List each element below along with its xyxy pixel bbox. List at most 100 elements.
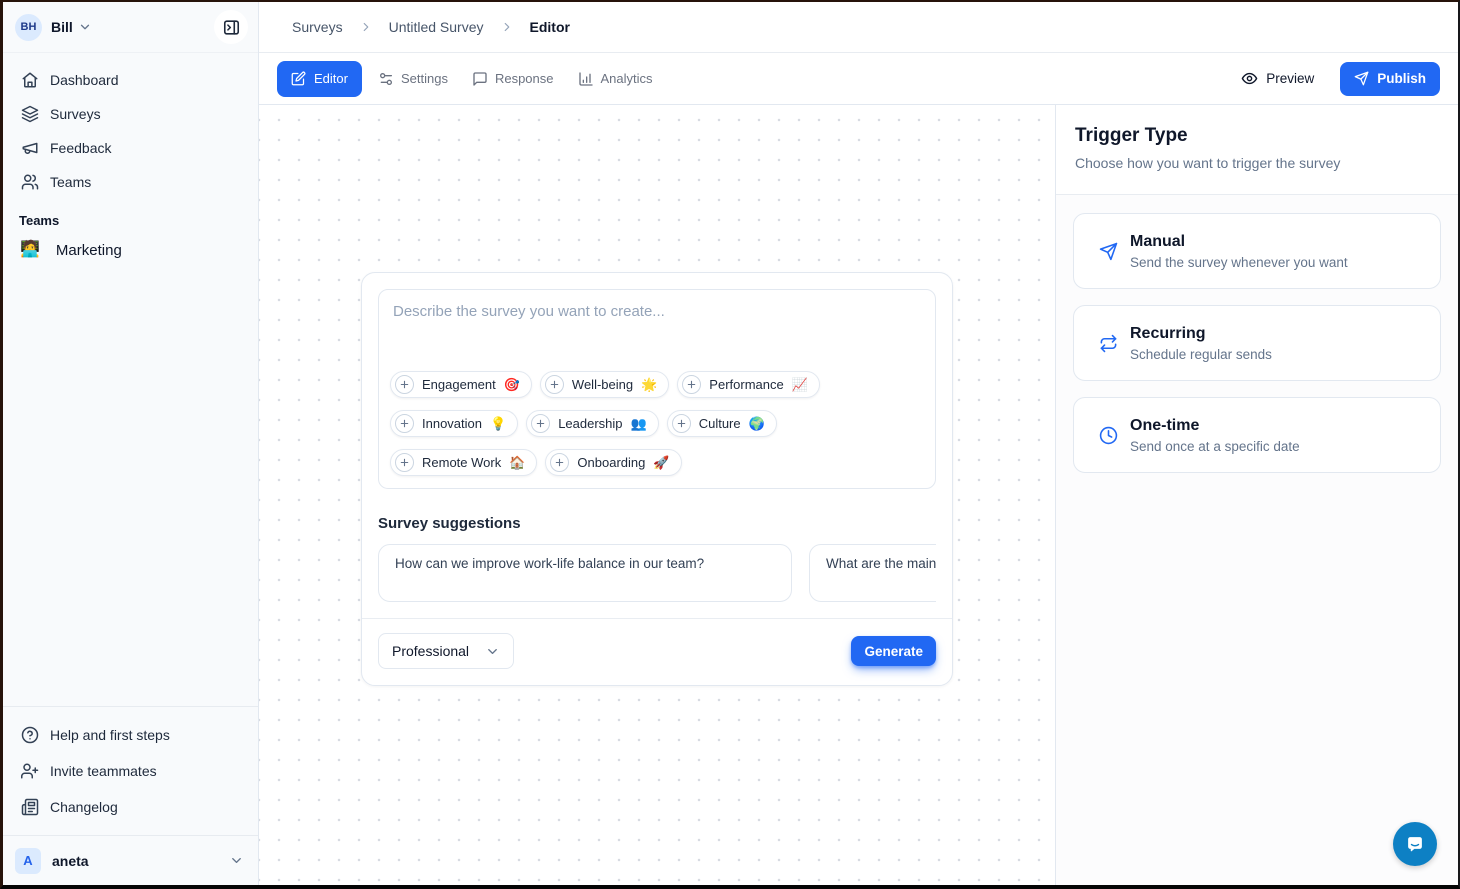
- chevron-down-icon: [78, 20, 92, 34]
- plus-icon: [545, 375, 564, 394]
- sidebar-footer-nav: Help and first steps Invite teammates Ch…: [3, 706, 258, 835]
- topic-chip-leadership[interactable]: Leadership👥: [526, 410, 659, 437]
- sidebar-spacer: [3, 267, 258, 706]
- sliders-icon: [378, 71, 394, 87]
- topic-chip-remote-work[interactable]: Remote Work🏠: [390, 449, 537, 476]
- tab-response[interactable]: Response: [464, 61, 562, 97]
- clock-icon: [1099, 426, 1118, 445]
- suggestion-card[interactable]: How can we improve work-life balance in …: [378, 544, 792, 602]
- topic-chip-engagement[interactable]: Engagement🎯: [390, 371, 532, 398]
- sidebar-item-help[interactable]: Help and first steps: [11, 717, 250, 753]
- plus-icon: [672, 414, 691, 433]
- sidebar-nav: Dashboard Surveys Feedback Teams: [3, 53, 258, 199]
- performance-emoji: 📈: [792, 378, 808, 391]
- sidebar-item-label: Feedback: [50, 140, 111, 156]
- well-being-emoji: 🌟: [641, 378, 657, 391]
- home-icon: [21, 71, 39, 89]
- sidebar-item-marketing[interactable]: 🧑‍💻 Marketing: [3, 233, 258, 267]
- plus-icon: [682, 375, 701, 394]
- suggestions-row: How can we improve work-life balance in …: [378, 544, 936, 602]
- generate-button[interactable]: Generate: [851, 636, 936, 666]
- remote-work-emoji: 🏠: [509, 456, 525, 469]
- workspace-name: Bill: [51, 19, 73, 35]
- chat-launcher-button[interactable]: [1393, 822, 1437, 866]
- tone-value: Professional: [392, 643, 469, 659]
- editor-canvas[interactable]: Describe the survey you want to create..…: [259, 105, 1056, 885]
- topic-chip-innovation[interactable]: Innovation💡: [390, 410, 518, 437]
- sidebar-collapse-button[interactable]: [214, 10, 248, 44]
- breadcrumb-untitled-survey[interactable]: Untitled Survey: [389, 19, 484, 35]
- app-window: BH Bill Dashboard Surv: [0, 0, 1460, 889]
- publish-button[interactable]: Publish: [1340, 62, 1440, 96]
- survey-prompt-input[interactable]: Describe the survey you want to create..…: [378, 289, 936, 489]
- chevron-down-icon: [229, 853, 244, 868]
- sidebar-item-feedback[interactable]: Feedback: [11, 131, 250, 165]
- plus-icon: [395, 453, 414, 472]
- composer-footer: Professional Generate: [362, 618, 952, 685]
- plus-icon: [395, 375, 414, 394]
- topic-chip-performance[interactable]: Performance📈: [677, 371, 820, 398]
- trigger-option-manual[interactable]: Manual Send the survey whenever you want: [1073, 213, 1441, 289]
- topic-chip-culture[interactable]: Culture🌍: [667, 410, 777, 437]
- breadcrumb-surveys[interactable]: Surveys: [292, 19, 343, 35]
- users-icon: [21, 173, 39, 191]
- innovation-emoji: 💡: [490, 417, 506, 430]
- chat-bubble-icon: [1404, 833, 1426, 855]
- trigger-option-one-time[interactable]: One-time Send once at a specific date: [1073, 397, 1441, 473]
- breadcrumb: Surveys Untitled Survey Editor: [259, 2, 1458, 53]
- sidebar-item-invite[interactable]: Invite teammates: [11, 753, 250, 789]
- team-label: Marketing: [56, 242, 122, 259]
- trigger-panel-header: Trigger Type Choose how you want to trig…: [1056, 105, 1458, 195]
- leadership-emoji: 👥: [631, 417, 647, 430]
- culture-emoji: 🌍: [749, 417, 765, 430]
- help-circle-icon: [21, 726, 39, 744]
- topic-chip-onboarding[interactable]: Onboarding🚀: [545, 449, 681, 476]
- user-plus-icon: [21, 762, 39, 780]
- tone-select[interactable]: Professional: [378, 633, 514, 669]
- eye-icon: [1241, 70, 1258, 87]
- engagement-emoji: 🎯: [504, 378, 520, 391]
- preview-button[interactable]: Preview: [1241, 70, 1314, 87]
- pencil-square-icon: [291, 71, 306, 86]
- sidebar: BH Bill Dashboard Surv: [3, 2, 259, 885]
- sidebar-item-surveys[interactable]: Surveys: [11, 97, 250, 131]
- sidebar-item-label: Help and first steps: [50, 727, 170, 743]
- chevron-right-icon: [500, 20, 514, 34]
- plus-icon: [550, 453, 569, 472]
- repeat-icon: [1099, 334, 1118, 353]
- panel-title: Trigger Type: [1075, 125, 1434, 147]
- tab-settings[interactable]: Settings: [370, 61, 456, 97]
- sidebar-item-label: Changelog: [50, 799, 118, 815]
- suggestion-card[interactable]: What are the main ob: [809, 544, 936, 602]
- user-avatar: A: [15, 848, 41, 874]
- chevron-right-icon: [359, 20, 373, 34]
- survey-composer-card: Describe the survey you want to create..…: [361, 272, 953, 686]
- sidebar-item-dashboard[interactable]: Dashboard: [11, 63, 250, 97]
- main-area: Surveys Untitled Survey Editor Editor: [259, 2, 1458, 885]
- newspaper-icon: [21, 798, 39, 816]
- chevron-down-icon: [485, 644, 500, 659]
- sidebar-item-changelog[interactable]: Changelog: [11, 789, 250, 825]
- onboarding-emoji: 🚀: [653, 456, 669, 469]
- trigger-options: Manual Send the survey whenever you want…: [1056, 195, 1458, 507]
- tab-editor[interactable]: Editor: [277, 61, 362, 97]
- user-menu[interactable]: A aneta: [3, 835, 258, 885]
- sidebar-item-teams[interactable]: Teams: [11, 165, 250, 199]
- send-icon: [1354, 71, 1369, 86]
- workspace-avatar: BH: [15, 14, 42, 41]
- content-row: Describe the survey you want to create..…: [259, 105, 1458, 885]
- megaphone-icon: [21, 139, 39, 157]
- topic-chip-well-being[interactable]: Well-being🌟: [540, 371, 669, 398]
- bar-chart-icon: [578, 71, 594, 87]
- teams-section-label: Teams: [3, 199, 258, 233]
- topic-chips: Engagement🎯 Well-being🌟 Performance📈: [390, 371, 924, 476]
- trigger-option-recurring[interactable]: Recurring Schedule regular sends: [1073, 305, 1441, 381]
- panel-subtitle: Choose how you want to trigger the surve…: [1075, 155, 1434, 171]
- tab-analytics[interactable]: Analytics: [570, 61, 661, 97]
- message-square-icon: [472, 71, 488, 87]
- workspace-switcher[interactable]: BH Bill: [3, 2, 258, 53]
- sidebar-item-label: Surveys: [50, 106, 101, 122]
- prompt-placeholder: Describe the survey you want to create..…: [393, 303, 921, 320]
- toolbar-actions: Preview Publish: [1241, 62, 1440, 96]
- user-name: aneta: [52, 853, 89, 869]
